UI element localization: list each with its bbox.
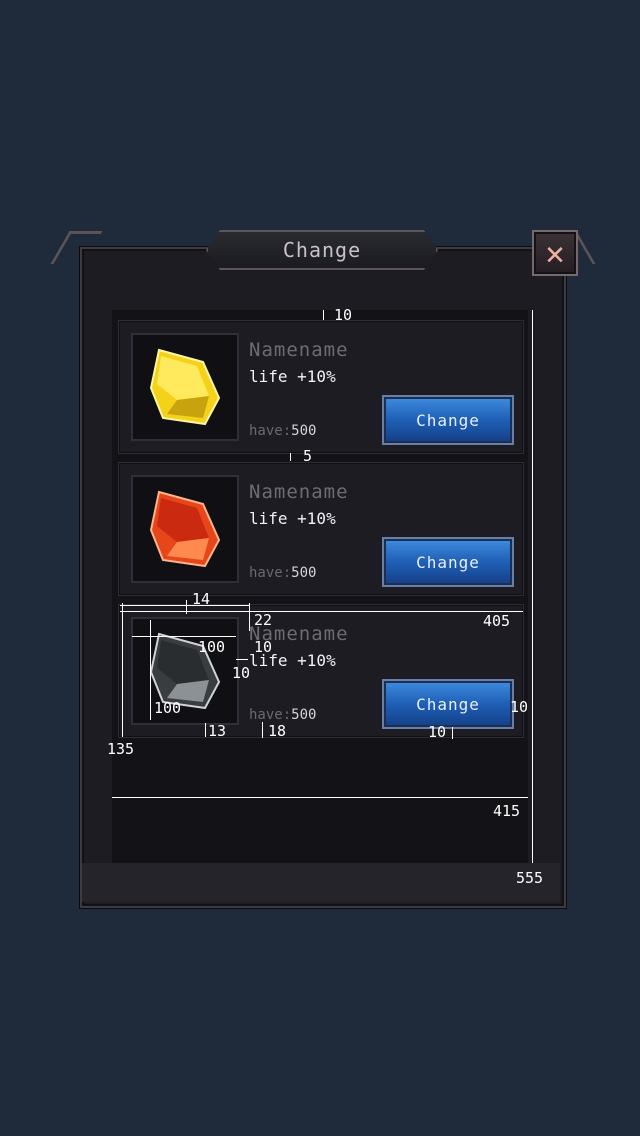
change-button[interactable]: Change <box>382 537 514 587</box>
dialog-footer <box>82 863 560 902</box>
yellow-gem-icon <box>149 348 221 426</box>
list-item: Namename life +10% have:500 Change <box>118 604 524 738</box>
item-icon-frame <box>131 333 239 441</box>
spec-label: 100 <box>154 699 182 717</box>
item-name: Namename <box>249 339 349 361</box>
item-have-count: have:500 <box>249 423 317 439</box>
change-button[interactable]: Change <box>382 395 514 445</box>
spec-line <box>532 310 533 863</box>
spec-label: 5 <box>303 447 313 465</box>
spec-label: 10 <box>232 664 251 682</box>
item-have-count: have:500 <box>249 707 317 723</box>
spec-label: 10 <box>334 306 353 324</box>
item-icon-frame <box>131 475 239 583</box>
spec-line <box>323 310 324 320</box>
red-gem-icon <box>149 490 221 568</box>
spec-label: 405 <box>483 612 511 630</box>
spec-label: 18 <box>268 722 287 740</box>
close-icon: ✕ <box>545 234 565 272</box>
spec-label: 415 <box>493 802 521 820</box>
spec-line <box>452 727 453 739</box>
list-item: Namename life +10% have:500 Change <box>118 320 524 454</box>
spec-label: 100 <box>198 638 226 656</box>
spec-line <box>205 723 206 737</box>
list-item: Namename life +10% have:500 Change <box>118 462 524 596</box>
spec-label: 135 <box>107 740 135 758</box>
item-name: Namename <box>249 481 349 503</box>
spec-label: 555 <box>516 869 544 887</box>
item-have-count: have:500 <box>249 565 317 581</box>
spec-label: 13 <box>208 722 227 740</box>
spec-label: 10 <box>510 698 529 716</box>
spec-label: 14 <box>192 590 211 608</box>
dialog-title-plate: Change <box>206 230 438 270</box>
spec-label: 10 <box>428 723 447 741</box>
spec-line <box>236 659 248 660</box>
item-icon-frame <box>131 617 239 725</box>
item-description: life +10% <box>249 509 336 528</box>
spec-line <box>120 611 523 612</box>
spec-line <box>132 636 236 637</box>
spec-line <box>249 603 250 631</box>
spec-line <box>112 797 528 798</box>
item-description: life +10% <box>249 367 336 386</box>
spec-line <box>122 603 123 737</box>
spec-label: 10 <box>254 638 273 656</box>
dialog-title: Change <box>282 238 362 262</box>
spec-line <box>262 722 263 738</box>
spec-line <box>290 453 291 461</box>
spec-line <box>120 605 250 606</box>
close-button[interactable]: ✕ <box>532 230 578 276</box>
spec-line <box>150 620 151 720</box>
spec-label: 22 <box>254 611 273 629</box>
change-button[interactable]: Change <box>382 679 514 729</box>
